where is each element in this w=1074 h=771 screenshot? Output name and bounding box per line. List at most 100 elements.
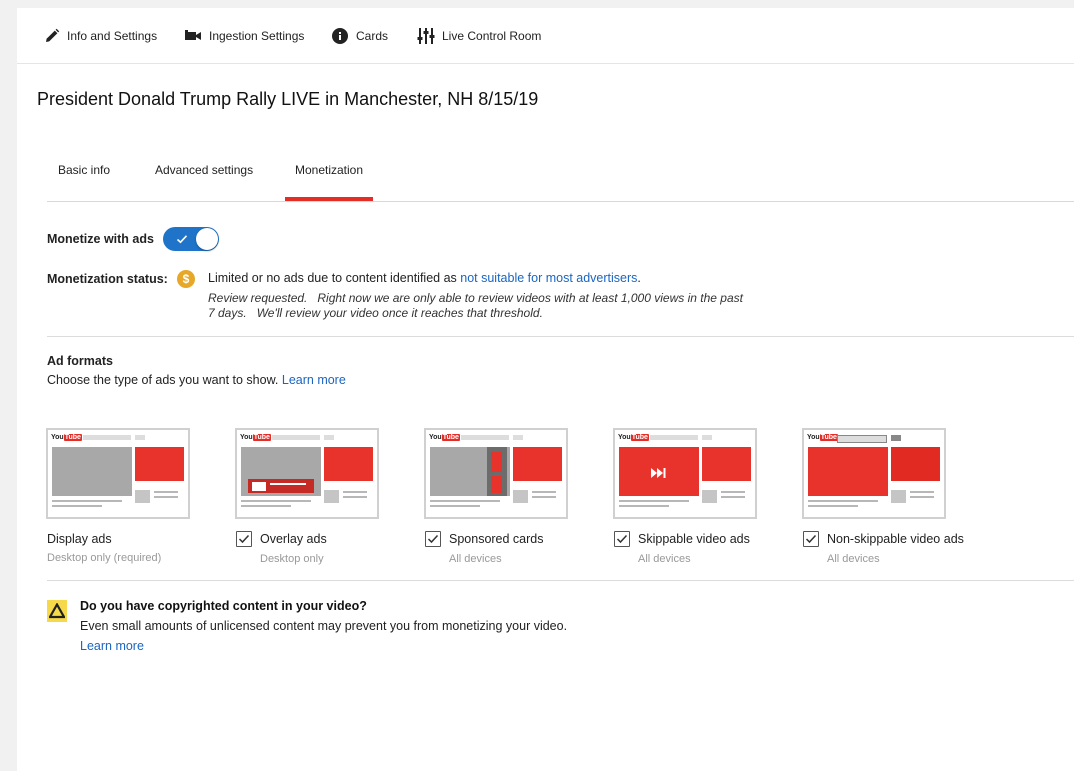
overlay-thumb-shape [252,482,266,491]
monetize-label: Monetize with ads [47,232,154,246]
monetize-toggle[interactable] [163,227,219,251]
text-line [532,496,556,498]
thumb-shape [891,490,906,503]
text-line [241,500,311,502]
status-main-suffix: . [637,271,641,285]
logo-tube: Tube [441,434,460,441]
search-bar-shape [272,435,320,440]
overlay-ads-label: Overlay ads [260,532,327,546]
not-suitable-link[interactable]: not suitable for most advertisers [460,271,637,285]
non-skippable-video-ads-thumbnail: YouTube [802,428,946,519]
ad-formats-subtitle: Choose the type of ads you want to show.… [47,373,346,387]
sponsored-card-shape [491,476,502,493]
settings-tabs: Basic info Advanced settings Monetizatio… [47,152,1074,202]
video-area-shape [52,447,132,496]
text-line [52,505,102,507]
text-line [532,491,556,493]
sliders-icon [417,27,435,45]
search-bar-shape [650,435,698,440]
warning-icon [47,600,67,622]
text-line [154,491,178,493]
search-bar-shape [461,435,509,440]
text-line [619,505,669,507]
logo-you: You [618,434,631,441]
cards-button[interactable]: Cards [331,8,388,63]
display-ad-shape [324,447,373,481]
overlay-ads-thumbnail: YouTube [235,428,379,519]
cards-label: Cards [356,28,389,43]
sponsored-cards-thumbnail: YouTube [424,428,568,519]
copyright-text: Even small amounts of unlicensed content… [80,619,568,633]
search-bar-shape [83,435,131,440]
overlay-ads-checkbox[interactable] [236,531,252,547]
youtube-logo: YouTube [618,433,649,442]
skippable-video-ads-checkbox[interactable] [614,531,630,547]
live-control-room-button[interactable]: Live Control Room [417,8,541,63]
ad-formats-learn-more-link[interactable]: Learn more [282,373,346,387]
skippable-video-ads-label: Skippable video ads [638,532,750,546]
thumb-shape [702,490,717,503]
check-icon [805,534,817,544]
text-line [808,505,858,507]
check-icon [616,534,628,544]
thumb-shape [135,490,150,503]
search-button-shape [513,435,523,440]
review-note: Review requested. Right now we are only … [208,291,747,320]
logo-you: You [240,434,253,441]
video-camera-icon [184,29,202,43]
monetization-status-text: Limited or no ads due to content identif… [208,271,641,285]
search-bar-shape [837,435,887,443]
page-title: President Donald Trump Rally LIVE in Man… [37,89,539,109]
text-line [241,505,291,507]
monetization-status-label: Monetization status: [47,272,168,286]
sponsored-cards-label: Sponsored cards [449,532,544,546]
ad-formats-subtitle-text: Choose the type of ads you want to show. [47,373,282,387]
info-settings-button[interactable]: Info and Settings [44,8,157,63]
divider [47,336,1074,337]
sponsored-cards-checkbox[interactable] [425,531,441,547]
sponsored-card-shape [491,452,502,472]
logo-tube: Tube [63,434,82,441]
logo-tube: Tube [630,434,649,441]
thumb-shape [324,490,339,503]
search-button-shape [891,435,901,441]
non-skippable-video-ads-label: Non-skippable video ads [827,532,964,546]
display-ad-shape [513,447,562,481]
divider [47,580,1074,581]
ingestion-settings-button[interactable]: Ingestion Settings [184,8,304,63]
video-ad-shape [808,447,888,496]
text-line [619,500,689,502]
display-ads-thumbnail: YouTube [46,428,190,519]
text-line [343,491,367,493]
ingestion-settings-label: Ingestion Settings [209,28,305,43]
tab-basic-info[interactable]: Basic info [58,152,110,200]
editor-panel: Info and Settings Ingestion Settings Car… [17,8,1074,771]
toggle-knob [196,228,218,250]
text-line [430,505,480,507]
pencil-icon [44,28,60,44]
text-line [808,500,878,502]
check-icon [427,534,439,544]
display-ad-shape [135,447,184,481]
copyright-learn-more-link[interactable]: Learn more [80,639,144,653]
youtube-logo: YouTube [51,433,82,442]
youtube-logo: YouTube [429,433,460,442]
non-skippable-video-ads-checkbox[interactable] [803,531,819,547]
logo-you: You [429,434,442,441]
text-line [52,500,122,502]
live-control-room-label: Live Control Room [442,28,542,43]
display-ad-shape [891,447,940,481]
text-line [430,500,500,502]
display-ads-note: Desktop only (required) [47,552,162,564]
info-settings-label: Info and Settings [67,28,158,43]
text-line [910,496,934,498]
tab-monetization-label: Monetization [294,163,364,177]
youtube-logo: YouTube [240,433,271,442]
tab-monetization[interactable]: Monetization [285,152,373,201]
check-icon [238,534,250,544]
active-tab-indicator [285,197,373,201]
logo-tube: Tube [819,434,838,441]
tab-advanced-settings[interactable]: Advanced settings [155,152,253,200]
youtube-logo: YouTube [807,433,838,442]
info-circle-icon [331,27,349,45]
